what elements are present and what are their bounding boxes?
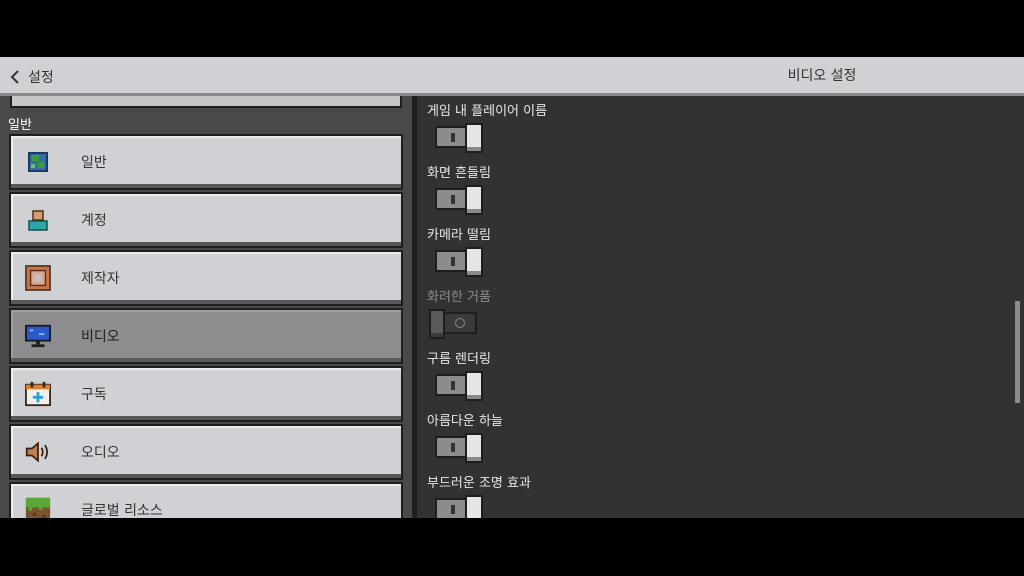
calendar-icon <box>25 381 51 407</box>
sidebar-item-label: 오디오 <box>81 445 120 461</box>
app-frame: 설정 비디오 설정 일반 일반 계정 제작자 비디오 구독 오디오 글로벌 리소… <box>0 57 1024 518</box>
toggle-knob <box>465 123 483 153</box>
fancy-bubbles-toggle <box>429 309 477 339</box>
toggle-knob <box>465 185 483 215</box>
sidebar-section-label: 일반 <box>8 118 32 133</box>
sidebar-item-subscriptions[interactable]: 구독 <box>9 366 403 422</box>
option-label: 구름 렌더링 <box>427 352 491 367</box>
globe-icon <box>25 149 51 175</box>
screen-shake-toggle[interactable] <box>435 185 483 215</box>
toggle-knob <box>429 309 445 339</box>
sidebar-item-label: 글로벌 리소스 <box>81 503 163 518</box>
player-names-toggle[interactable] <box>435 123 483 153</box>
sidebar-item-partial[interactable] <box>10 96 402 108</box>
sidebar-item-label: 비디오 <box>81 329 120 345</box>
account-icon <box>25 207 51 233</box>
toggle-knob <box>465 433 483 463</box>
option-label: 부드러운 조명 효과 <box>427 476 531 491</box>
chevron-left-icon <box>10 69 20 84</box>
sidebar[interactable]: 일반 일반 계정 제작자 비디오 구독 오디오 글로벌 리소스 <box>0 96 412 518</box>
page-title: 비디오 설정 <box>787 68 857 84</box>
sidebar-item-global-resources[interactable]: 글로벌 리소스 <box>9 482 403 518</box>
sidebar-item-label: 제작자 <box>81 271 120 287</box>
toggle-knob <box>465 495 483 518</box>
creator-icon <box>25 265 51 291</box>
toggle-knob <box>465 371 483 401</box>
option-label: 아름다운 하늘 <box>427 414 503 429</box>
camera-shake-toggle[interactable] <box>435 247 483 277</box>
sidebar-item-audio[interactable]: 오디오 <box>9 424 403 480</box>
monitor-icon <box>25 323 51 349</box>
option-label: 화려한 거품 <box>427 290 491 305</box>
speaker-icon <box>25 439 51 465</box>
sidebar-item-label: 계정 <box>81 213 107 229</box>
sidebar-item-label: 일반 <box>81 155 107 171</box>
back-label: 설정 <box>28 69 54 86</box>
sidebar-item-creator[interactable]: 제작자 <box>9 250 403 306</box>
sidebar-item-video[interactable]: 비디오 <box>9 308 403 364</box>
render-clouds-toggle[interactable] <box>435 371 483 401</box>
scrollbar[interactable] <box>1015 301 1020 403</box>
grass-block-icon <box>25 497 51 518</box>
option-label: 카메라 떨림 <box>427 228 491 243</box>
toggle-knob <box>465 247 483 277</box>
option-label: 화면 흔들림 <box>427 166 491 181</box>
header-bar: 설정 비디오 설정 <box>0 57 1024 96</box>
smooth-lighting-toggle[interactable] <box>435 495 483 518</box>
sidebar-item-general[interactable]: 일반 <box>9 134 403 190</box>
sidebar-item-account[interactable]: 계정 <box>9 192 403 248</box>
option-label: 게임 내 플레이어 이름 <box>427 104 548 119</box>
video-settings-panel: 게임 내 플레이어 이름 화면 흔들림 카메라 떨림 화려한 거품 구름 렌더링… <box>417 96 1024 518</box>
back-button[interactable]: 설정 <box>10 57 54 96</box>
beautiful-skies-toggle[interactable] <box>435 433 483 463</box>
sidebar-item-label: 구독 <box>81 387 107 403</box>
